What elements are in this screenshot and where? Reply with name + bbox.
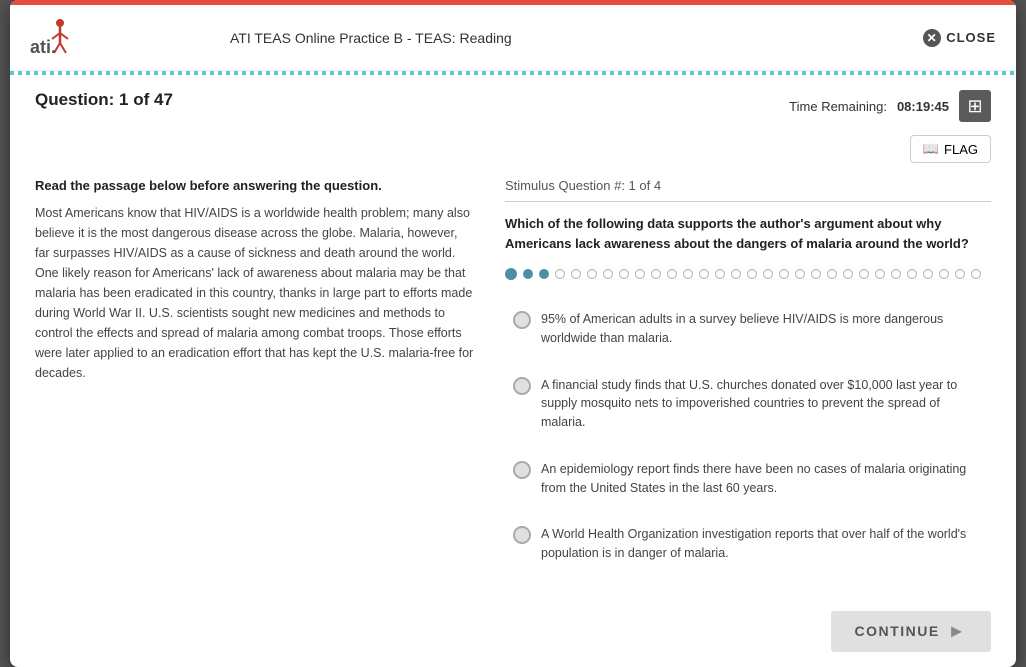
svg-text:ati.: ati. (30, 37, 56, 57)
flag-label: FLAG (944, 142, 978, 157)
answer-text-d: A World Health Organization investigatio… (541, 525, 983, 563)
progress-dot (939, 269, 949, 279)
answer-option-c[interactable]: An epidemiology report finds there have … (505, 450, 991, 508)
answer-options: 95% of American adults in a survey belie… (505, 300, 991, 573)
timer-area: Time Remaining: 08:19:45 ⊞ (789, 90, 991, 122)
answer-text-c: An epidemiology report finds there have … (541, 460, 983, 498)
question-text: Which of the following data supports the… (505, 214, 991, 253)
progress-dot (667, 269, 677, 279)
progress-dot (747, 269, 757, 279)
progress-dot (731, 269, 741, 279)
progress-dot (923, 269, 933, 279)
flag-button[interactable]: 📖 FLAG (910, 135, 991, 163)
progress-dot (971, 269, 981, 279)
progress-dot (827, 269, 837, 279)
header-title: ATI TEAS Online Practice B - TEAS: Readi… (230, 30, 923, 46)
answer-option-d[interactable]: A World Health Organization investigatio… (505, 515, 991, 573)
question-number: Question: 1 of 47 (35, 90, 173, 110)
time-value: 08:19:45 (897, 99, 949, 114)
progress-dot (555, 269, 565, 279)
close-button[interactable]: ✕ CLOSE (923, 29, 996, 47)
answer-option-a[interactable]: 95% of American adults in a survey belie… (505, 300, 991, 358)
progress-dot (539, 269, 549, 279)
flag-btn-wrapper: Time Remaining: 08:19:45 ⊞ 📖 FLAG (789, 90, 991, 163)
content-area: Question: 1 of 47 Time Remaining: 08:19:… (10, 75, 1016, 667)
progress-dot (619, 269, 629, 279)
progress-dot (843, 269, 853, 279)
answer-option-b[interactable]: A financial study finds that U.S. church… (505, 366, 991, 442)
radio-a (513, 311, 531, 329)
flag-book-icon: 📖 (923, 141, 939, 157)
calculator-icon[interactable]: ⊞ (959, 90, 991, 122)
progress-dot (955, 269, 965, 279)
progress-dot (683, 269, 693, 279)
progress-dot (603, 269, 613, 279)
answer-text-b: A financial study finds that U.S. church… (541, 376, 983, 432)
progress-dot (891, 269, 901, 279)
left-column: Read the passage below before answering … (35, 178, 475, 581)
answer-text-a: 95% of American adults in a survey belie… (541, 310, 983, 348)
progress-dot (571, 269, 581, 279)
progress-dot (635, 269, 645, 279)
ati-logo: ati. (30, 15, 80, 60)
progress-dot (763, 269, 773, 279)
continue-button[interactable]: CONTINUE ► (831, 611, 991, 652)
continue-label: CONTINUE (855, 623, 940, 639)
radio-b (513, 377, 531, 395)
progress-dot (859, 269, 869, 279)
continue-arrow-icon: ► (948, 621, 967, 642)
time-label: Time Remaining: (789, 99, 887, 114)
close-icon: ✕ (923, 29, 941, 47)
progress-dot (795, 269, 805, 279)
progress-dot (651, 269, 661, 279)
progress-dot (505, 268, 517, 280)
main-window: ati. ATI TEAS Online Practice B - TEAS: … (10, 0, 1016, 667)
progress-dot (811, 269, 821, 279)
progress-dot (907, 269, 917, 279)
main-columns: Read the passage below before answering … (35, 178, 991, 581)
passage-text: Most Americans know that HIV/AIDS is a w… (35, 203, 475, 383)
logo-area: ati. (30, 15, 230, 60)
progress-dot (875, 269, 885, 279)
progress-dot (699, 269, 709, 279)
header: ati. ATI TEAS Online Practice B - TEAS: … (10, 5, 1016, 71)
radio-d (513, 526, 531, 544)
progress-dot (779, 269, 789, 279)
radio-c (513, 461, 531, 479)
question-header: Question: 1 of 47 Time Remaining: 08:19:… (35, 90, 991, 163)
progress-dot (523, 269, 533, 279)
passage-instruction: Read the passage below before answering … (35, 178, 475, 193)
close-label: CLOSE (946, 30, 996, 45)
progress-dot (587, 269, 597, 279)
stimulus-header: Stimulus Question #: 1 of 4 (505, 178, 991, 202)
progress-dot (715, 269, 725, 279)
dots-row (505, 268, 991, 280)
continue-btn-area: CONTINUE ► (35, 601, 991, 652)
right-column: Stimulus Question #: 1 of 4 Which of the… (505, 178, 991, 581)
